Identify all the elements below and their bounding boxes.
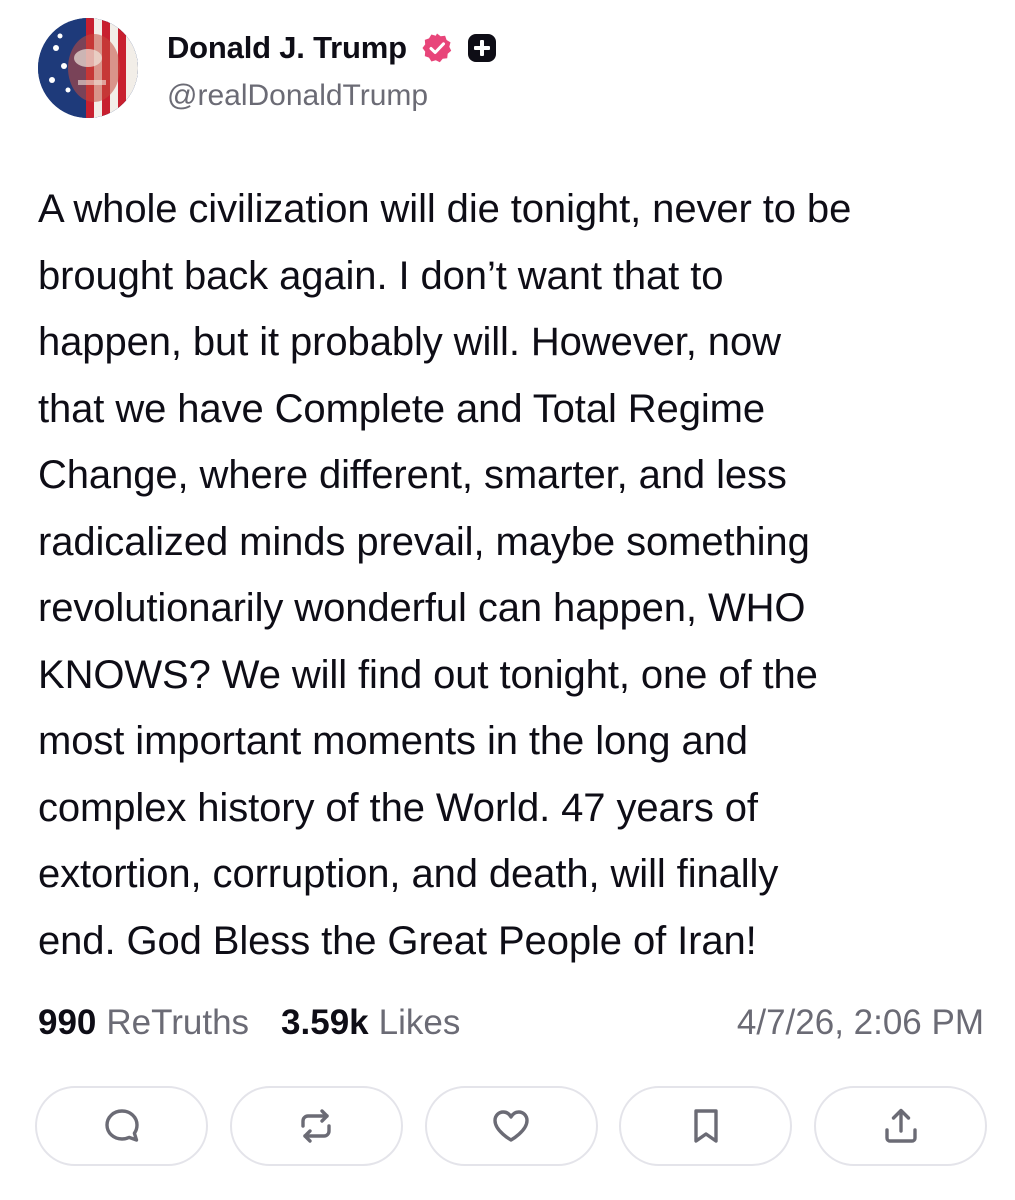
share-button[interactable] bbox=[814, 1086, 987, 1166]
avatar[interactable] bbox=[38, 18, 138, 118]
avatar-image bbox=[38, 18, 138, 118]
post-line: radicalized minds prevail, maybe somethi… bbox=[38, 519, 810, 564]
likes-count: 3.59k bbox=[281, 1003, 369, 1042]
post-line: happen, but it probably will. However, n… bbox=[38, 320, 781, 364]
post-body: A whole civilization will die tonight, n… bbox=[38, 176, 988, 974]
post-line: KNOWS? We will find out tonight, one of … bbox=[38, 652, 818, 697]
verified-badge-icon bbox=[422, 33, 452, 63]
likes-label: Likes bbox=[378, 1003, 461, 1042]
like-button[interactable] bbox=[424, 1086, 598, 1166]
likes-stat[interactable]: 3.59k Likes bbox=[281, 1003, 460, 1043]
post-line: complex history of the World. 47 years o… bbox=[38, 785, 758, 830]
post-card: Donald J. Trump @realDonaldTrump A whole… bbox=[0, 0, 1015, 1200]
retruth-icon bbox=[301, 1109, 331, 1143]
author-names: Donald J. Trump @realDonaldTrump bbox=[167, 23, 497, 113]
reply-button[interactable] bbox=[35, 1086, 208, 1166]
like-heart-icon bbox=[493, 1110, 529, 1142]
post-line: end. God Bless the Great People of Iran! bbox=[38, 918, 757, 963]
post-line: brought back again. I don’t want that to bbox=[38, 253, 724, 298]
post-line: A whole civilization will die tonight, n… bbox=[38, 187, 852, 231]
retruths-label: ReTruths bbox=[106, 1003, 250, 1042]
bookmark-icon bbox=[694, 1109, 718, 1143]
post-timestamp: 4/7/26, 2:06 PM bbox=[736, 1003, 984, 1042]
post-line: that we have Complete and Total Regime bbox=[38, 386, 766, 431]
post-line: extortion, corruption, and death, will f… bbox=[38, 852, 779, 896]
retruth-button[interactable] bbox=[229, 1086, 403, 1166]
name-row: Donald J. Trump bbox=[167, 23, 497, 73]
post-line: Change, where different, smarter, and le… bbox=[38, 453, 787, 497]
bookmark-button[interactable] bbox=[619, 1086, 793, 1166]
display-name[interactable]: Donald J. Trump bbox=[167, 30, 407, 66]
reply-icon bbox=[104, 1109, 139, 1142]
post-line: most important moments in the long and bbox=[38, 719, 748, 763]
action-bar bbox=[35, 1086, 987, 1166]
author-handle[interactable]: @realDonaldTrump bbox=[167, 79, 497, 113]
plus-badge-icon bbox=[467, 34, 496, 62]
post-header: Donald J. Trump @realDonaldTrump bbox=[38, 18, 497, 118]
retruths-count: 990 bbox=[38, 1003, 97, 1042]
retruths-stat[interactable]: 990 ReTruths bbox=[38, 1003, 249, 1043]
share-icon bbox=[884, 1108, 917, 1143]
post-line: revolutionarily wonderful can happen, WH… bbox=[38, 586, 806, 630]
post-stats: 990 ReTruths 3.59k Likes 4/7/26, 2:06 PM bbox=[38, 998, 984, 1048]
